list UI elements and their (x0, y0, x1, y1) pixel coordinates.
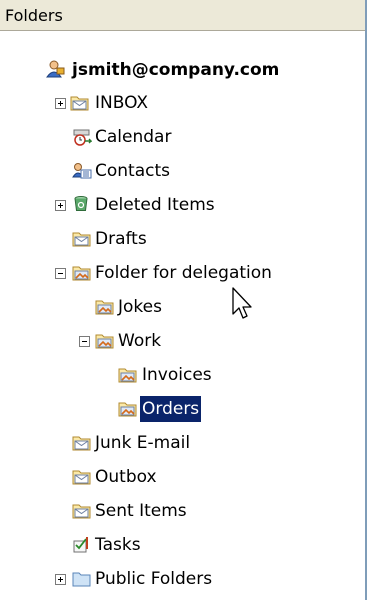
contacts-icon (72, 163, 92, 179)
tree-item-inbox[interactable]: INBOX (0, 90, 360, 116)
expand-deleted-items-button[interactable] (55, 200, 66, 211)
outbox-label: Outbox (95, 467, 157, 487)
tasks-label: Tasks (95, 535, 141, 555)
mail-folder-icon (70, 94, 90, 112)
collapse-folder-for-delegation-button[interactable] (55, 268, 66, 279)
tree-item-public-folders[interactable]: Public Folders (0, 566, 360, 592)
invoices-label: Invoices (142, 365, 212, 385)
tree-item-sent-items[interactable]: Sent Items (0, 498, 360, 524)
user-icon (46, 60, 65, 78)
tree-item-work[interactable]: Work (0, 328, 360, 354)
mail-folder-icon (72, 230, 92, 248)
folder-for-delegation-label: Folder for delegation (95, 263, 272, 283)
tree-item-drafts[interactable]: Drafts (0, 226, 360, 252)
mail-folder-icon (72, 502, 92, 520)
shared-folder-icon (95, 298, 115, 316)
tree-item-outbox[interactable]: Outbox (0, 464, 360, 490)
tree-item-invoices[interactable]: Invoices (0, 362, 360, 388)
folders-pane-header: Folders (0, 0, 367, 31)
folder-icon (72, 570, 92, 588)
orders-label: Orders (140, 396, 202, 422)
collapse-work-button[interactable] (79, 336, 90, 347)
junk-email-label: Junk E-mail (95, 433, 191, 453)
public-folders-label: Public Folders (95, 569, 213, 589)
calendar-icon (73, 129, 92, 146)
tree-item-junk-email[interactable]: Junk E-mail (0, 430, 360, 456)
shared-folder-icon (72, 264, 92, 282)
shared-folder-icon (118, 400, 138, 418)
folders-pane-title: Folders (5, 6, 63, 25)
tree-item-deleted-items[interactable]: Deleted Items (0, 192, 360, 218)
expand-public-folders-button[interactable] (55, 574, 66, 585)
drafts-label: Drafts (95, 229, 147, 249)
mouse-pointer-icon (232, 287, 252, 319)
shared-folder-icon (95, 332, 115, 350)
tree-item-orders[interactable]: Orders (0, 396, 360, 422)
mail-folder-icon (72, 468, 92, 486)
account-label: jsmith@company.com (72, 60, 280, 80)
deleted-items-label: Deleted Items (95, 195, 215, 215)
tree-item-account[interactable]: jsmith@company.com (0, 57, 360, 83)
shared-folder-icon (118, 366, 138, 384)
tree-item-calendar[interactable]: Calendar (0, 124, 360, 150)
jokes-label: Jokes (118, 297, 162, 317)
recycle-bin-icon (74, 196, 88, 211)
mail-folder-icon (72, 434, 92, 452)
sent-items-label: Sent Items (95, 501, 187, 521)
tasks-icon (73, 537, 88, 553)
tree-item-contacts[interactable]: Contacts (0, 158, 360, 184)
expand-inbox-button[interactable] (55, 98, 66, 109)
tree-item-jokes[interactable]: Jokes (0, 294, 360, 320)
tree-item-tasks[interactable]: Tasks (0, 532, 360, 558)
inbox-label: INBOX (95, 93, 149, 113)
calendar-label: Calendar (95, 127, 172, 147)
contacts-label: Contacts (95, 161, 170, 181)
work-label: Work (118, 331, 162, 351)
tree-item-folder-for-delegation[interactable]: Folder for delegation (0, 260, 360, 286)
